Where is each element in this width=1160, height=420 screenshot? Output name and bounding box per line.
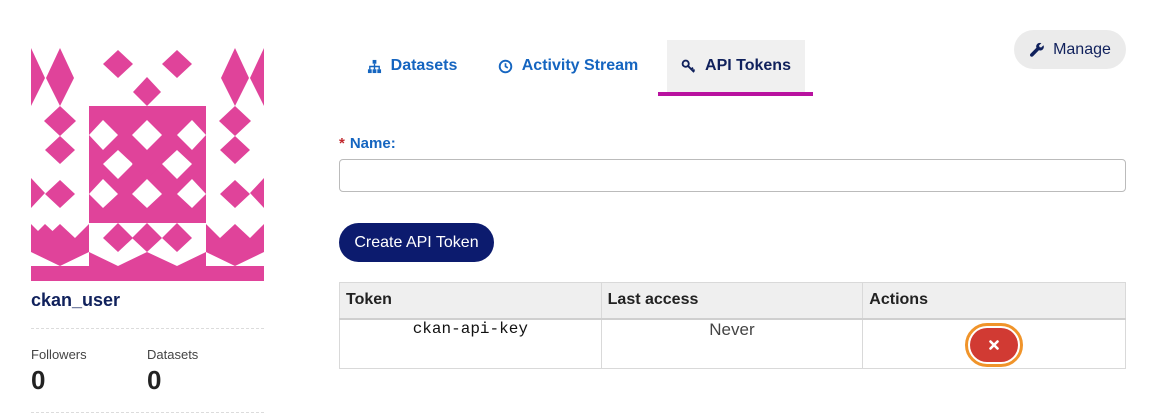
name-field-label: * Name: [339,135,396,152]
key-icon [681,59,696,73]
column-header-actions: Actions [862,282,1126,320]
revoke-token-button[interactable] [970,327,1019,362]
token-name-input[interactable] [339,159,1126,192]
avatar [31,48,264,281]
last-access-value: Never [600,318,864,369]
create-api-token-button[interactable]: Create API Token [339,223,494,262]
focus-ring [965,322,1024,367]
username[interactable]: ckan_user [31,290,120,311]
datasets-count: 0 [147,365,162,395]
tab-label: Activity Stream [521,57,639,74]
tab-activity-stream[interactable]: Activity Stream [488,40,648,92]
close-icon [989,339,999,350]
avatar-identicon [31,48,264,281]
tab-label: Datasets [390,57,458,74]
followers-count: 0 [31,365,46,395]
column-header-token: Token [339,282,602,320]
followers-label: Followers [31,347,87,362]
column-header-last-access: Last access [600,282,864,320]
clock-icon [498,59,512,73]
tab-api-tokens[interactable]: API Tokens [667,40,805,92]
token-value: ckan-api-key [339,318,602,369]
table-header-row: Token Last access Actions [339,282,1126,320]
manage-button[interactable]: Manage [1014,30,1126,69]
required-marker: * [339,135,345,152]
sitemap-icon [367,59,381,73]
tab-datasets[interactable]: Datasets [350,40,474,92]
divider [31,412,264,413]
manage-label: Manage [1053,40,1111,58]
api-tokens-table: Token Last access Actions ckan-api-key N… [339,282,1126,369]
actions-cell [862,318,1126,369]
tab-label: API Tokens [705,57,791,74]
datasets-label: Datasets [147,347,199,362]
wrench-icon [1030,42,1044,57]
divider [31,328,264,329]
table-row: ckan-api-key Never [339,318,1126,369]
active-tab-indicator [658,92,813,96]
name-label-text: Name: [349,135,396,152]
